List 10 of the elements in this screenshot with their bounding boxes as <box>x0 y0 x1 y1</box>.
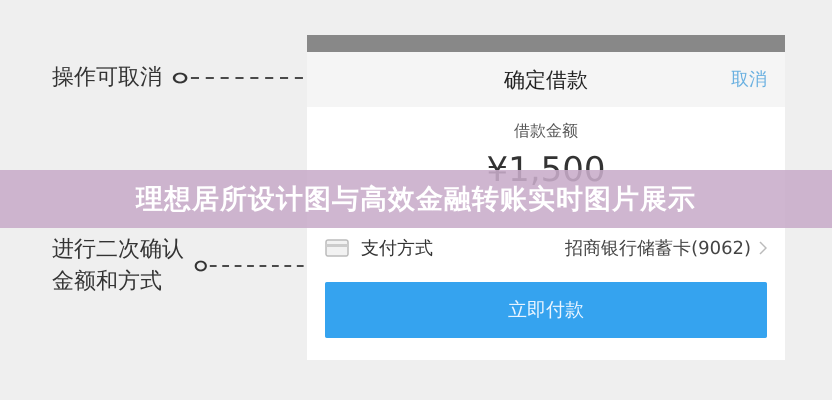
annotation-label: 操作可取消 <box>52 64 162 92</box>
chevron-icon[interactable] <box>759 241 767 255</box>
annotation-label: 进行二次确认 金额和方式 <box>52 236 184 296</box>
payment-method[interactable]: 招商银行储蓄卡(9062) <box>565 236 751 260</box>
cancel-button[interactable]: 取消 <box>731 67 767 91</box>
card-icon <box>325 239 349 257</box>
payment-label: 支付方式 <box>361 237 434 260</box>
pay-button[interactable]: 立即付款 <box>325 282 767 338</box>
amount-label: 借款金额 <box>514 121 578 142</box>
dialog-title: 确定借款 <box>504 66 588 94</box>
